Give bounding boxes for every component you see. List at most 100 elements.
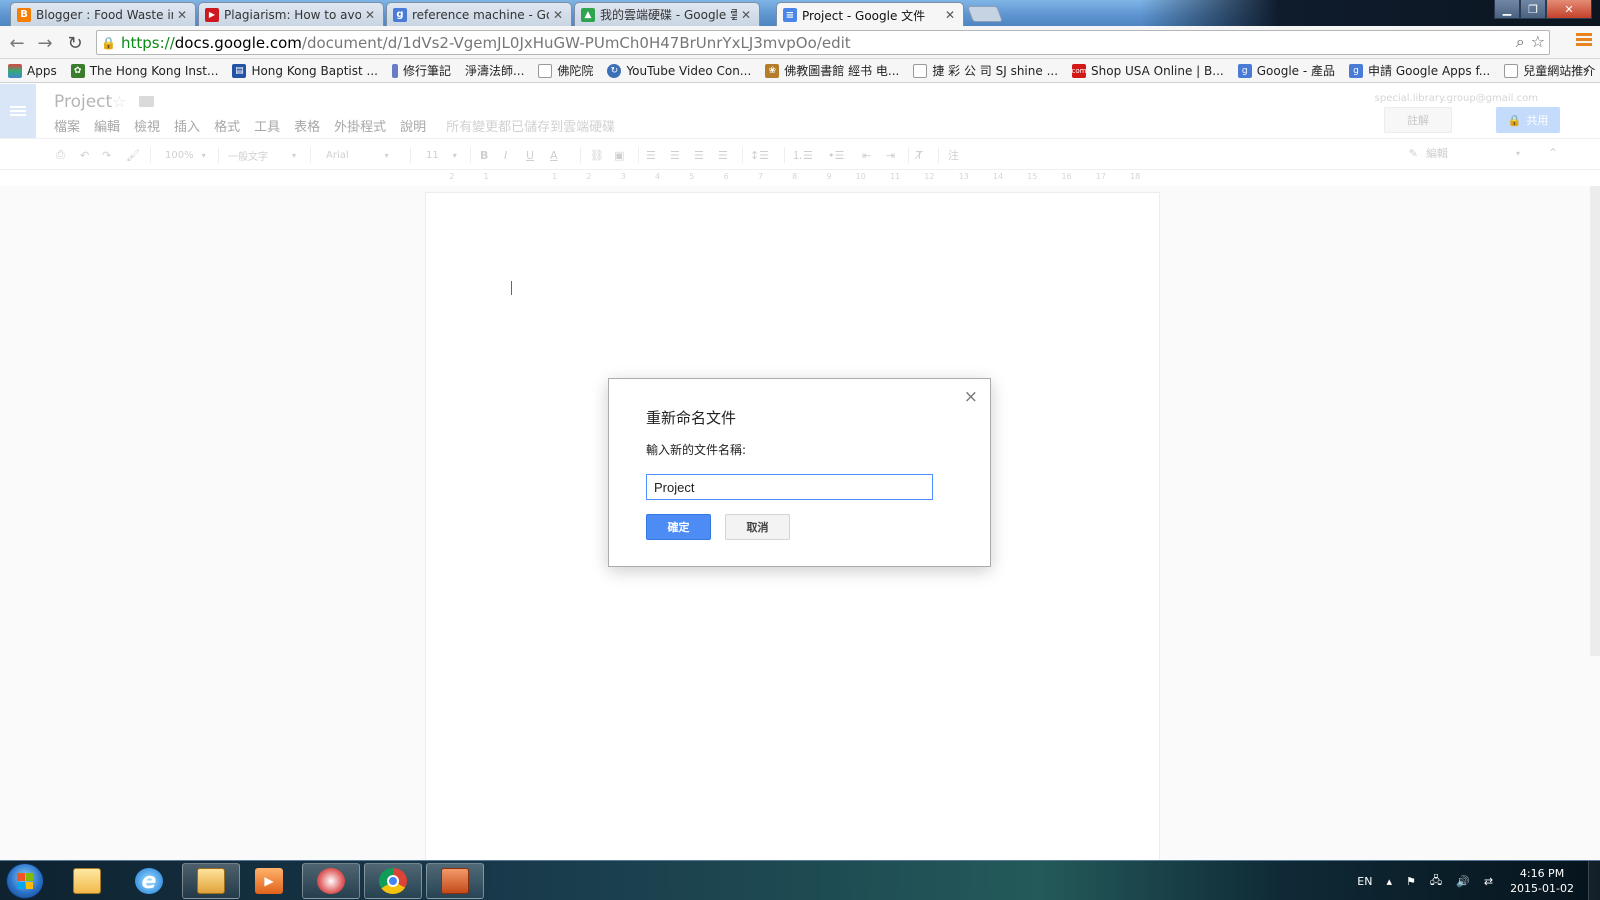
line-spacing-icon[interactable]: ↕☰ [750, 146, 769, 164]
tab-close-icon[interactable]: ✕ [741, 8, 753, 22]
bold-icon[interactable]: B [480, 146, 488, 164]
font-dropdown[interactable]: Arial ▾ [326, 146, 389, 164]
window-close-button[interactable]: ✕ [1546, 0, 1592, 19]
taskbar-snipping-tool-icon[interactable] [302, 863, 360, 899]
sync-icon[interactable]: ⇄ [1484, 875, 1493, 888]
bookmark-item[interactable]: g 申請 Google Apps f... [1349, 62, 1490, 79]
tab-close-icon[interactable]: ✕ [177, 8, 189, 22]
bookmark-item[interactable]: 淨濤法師... [465, 62, 524, 79]
menu-insert[interactable]: 插入 [174, 116, 200, 135]
bookmark-star-icon[interactable]: ☆ [1531, 32, 1545, 52]
star-icon[interactable]: ☆ [112, 92, 126, 111]
bookmark-item[interactable]: ▤ Hong Kong Baptist ... [232, 63, 378, 78]
document-name-input[interactable] [646, 474, 933, 500]
decrease-indent-icon[interactable]: ⇤ [862, 146, 871, 164]
browser-tab-drive[interactable]: ▲ 我的雲端硬碟 - Google 雲 ✕ [574, 2, 760, 26]
bookmark-item[interactable]: g Google - 產品 [1237, 62, 1335, 79]
taskbar-media-player-icon[interactable]: ▶ [240, 863, 298, 899]
clock[interactable]: 4:16 PM 2015-01-02 [1510, 866, 1574, 896]
share-button[interactable]: 🔒 共用 [1496, 107, 1560, 133]
menu-format[interactable]: 格式 [214, 116, 240, 135]
reload-icon[interactable]: ↻ [64, 32, 86, 54]
menu-table[interactable]: 表格 [294, 116, 320, 135]
paragraph-style-dropdown[interactable]: 一般文字 ▾ [228, 146, 296, 164]
language-indicator[interactable]: EN [1357, 875, 1372, 888]
bookmark-item[interactable]: ❀ 佛教圖書館 經书 电... [765, 62, 899, 79]
align-left-icon[interactable]: ☰ [646, 146, 656, 164]
action-center-flag-icon[interactable]: ⚑ [1406, 875, 1416, 888]
network-icon[interactable]: 🖧 [1430, 872, 1442, 891]
taskbar-file-explorer-icon[interactable] [182, 863, 240, 899]
volume-icon[interactable]: 🔊 [1456, 875, 1470, 888]
bookmark-item[interactable]: 佛陀院 [538, 62, 593, 79]
menu-tools[interactable]: 工具 [254, 116, 280, 135]
menu-view[interactable]: 檢視 [134, 116, 160, 135]
taskbar-internet-explorer-icon[interactable]: e [120, 863, 178, 899]
align-right-icon[interactable]: ☰ [694, 146, 704, 164]
back-arrow-icon[interactable]: ← [6, 32, 28, 54]
tab-close-icon[interactable]: ✕ [945, 8, 957, 22]
bulleted-list-icon[interactable]: •☰ [828, 146, 844, 164]
vertical-scrollbar[interactable] [1590, 186, 1600, 656]
redo-icon[interactable]: ↷ [102, 146, 111, 164]
browser-tab-project-docs[interactable]: ≡ Project - Google 文件 ✕ [776, 2, 964, 27]
paint-format-icon[interactable]: 🖌 [126, 146, 140, 164]
folder-icon[interactable] [139, 96, 154, 107]
clear-formatting-icon[interactable]: T̸ [916, 146, 923, 164]
maximize-button[interactable]: ❐ [1520, 0, 1546, 19]
show-desktop-button[interactable] [1588, 861, 1600, 900]
bookmark-item[interactable]: 兒童網站推介 [1504, 62, 1595, 79]
bookmark-item[interactable]: Apps [8, 63, 57, 78]
zoom-dropdown[interactable]: 100% ▾ [165, 146, 206, 164]
start-button[interactable] [6, 863, 44, 899]
chrome-menu-icon[interactable] [1576, 33, 1592, 49]
browser-tab-blogger[interactable]: B Blogger : Food Waste in H ✕ [10, 2, 196, 26]
tab-close-icon[interactable]: ✕ [365, 8, 377, 22]
underline-icon[interactable]: U [526, 146, 534, 164]
font-size-dropdown[interactable]: 11 ▾ [426, 146, 457, 164]
ok-button[interactable]: 確定 [646, 514, 711, 540]
bookmark-item[interactable]: 捷 彩 公 司 SJ shine ... [913, 62, 1058, 79]
forward-arrow-icon[interactable]: → [34, 32, 56, 54]
taskbar-notes-icon[interactable] [58, 863, 116, 899]
bookmarks-overflow-button[interactable]: » [1583, 63, 1590, 77]
italic-icon[interactable]: I [504, 146, 507, 164]
menu-edit[interactable]: 編輯 [94, 116, 120, 135]
menu-file[interactable]: 檔案 [54, 116, 80, 135]
numbered-list-icon[interactable]: ⒈☰ [792, 146, 813, 164]
show-hidden-icons-icon[interactable]: ▴ [1386, 875, 1392, 888]
collapse-menu-icon[interactable]: ⌃ [1548, 146, 1558, 160]
input-tools-icon[interactable]: 注 [948, 146, 959, 164]
account-email[interactable]: special.library.group@gmail.com [1375, 93, 1538, 104]
address-bar[interactable]: 🔒 https:// docs.google.com /document/d/1… [96, 30, 1550, 55]
close-icon[interactable]: × [964, 387, 978, 407]
comments-button[interactable]: 註解 [1384, 107, 1452, 133]
print-icon[interactable]: ⎙ [56, 146, 65, 164]
save-status[interactable]: 所有變更都已儲存到雲端硬碟 [446, 116, 615, 135]
taskbar-powerpoint-icon[interactable] [426, 863, 484, 899]
comment-icon[interactable]: ▣ [614, 146, 624, 164]
text-color-icon[interactable]: A [550, 146, 558, 164]
undo-icon[interactable]: ↶ [80, 146, 89, 164]
align-justify-icon[interactable]: ☰ [718, 146, 728, 164]
browser-tab-reference-machine[interactable]: g reference machine - Goog ✕ [386, 2, 572, 26]
cancel-button[interactable]: 取消 [725, 514, 790, 540]
taskbar-chrome-icon[interactable] [364, 863, 422, 899]
tab-close-icon[interactable]: ✕ [553, 8, 565, 22]
new-tab-button[interactable] [967, 6, 1003, 22]
minimize-button[interactable]: ▁ [1494, 0, 1520, 19]
increase-indent-icon[interactable]: ⇥ [886, 146, 895, 164]
bookmark-item[interactable]: com Shop USA Online | B... [1072, 63, 1224, 78]
bookmark-item[interactable]: 修行筆記 [391, 62, 451, 79]
document-title[interactable]: Project [54, 92, 112, 112]
ruler[interactable]: 2 1 1 2 3 4 5 6 7 8 9 10 11 12 13 14 15 16 17 18 [420, 172, 1160, 184]
menu-addons[interactable]: 外掛程式 [334, 116, 386, 135]
align-center-icon[interactable]: ☰ [670, 146, 680, 164]
search-icon[interactable]: ⌕ [1516, 32, 1525, 52]
browser-tab-youtube[interactable]: ▶ Plagiarism: How to avoid i ✕ [198, 2, 384, 26]
docs-home-icon[interactable] [0, 84, 36, 138]
bookmark-item[interactable]: ↻ YouTube Video Con... [607, 63, 751, 78]
menu-help[interactable]: 說明 [400, 116, 426, 135]
link-icon[interactable]: ⛓ [590, 146, 604, 164]
editing-mode-dropdown[interactable]: ✎ 編輯 ▾ [1409, 145, 1520, 161]
